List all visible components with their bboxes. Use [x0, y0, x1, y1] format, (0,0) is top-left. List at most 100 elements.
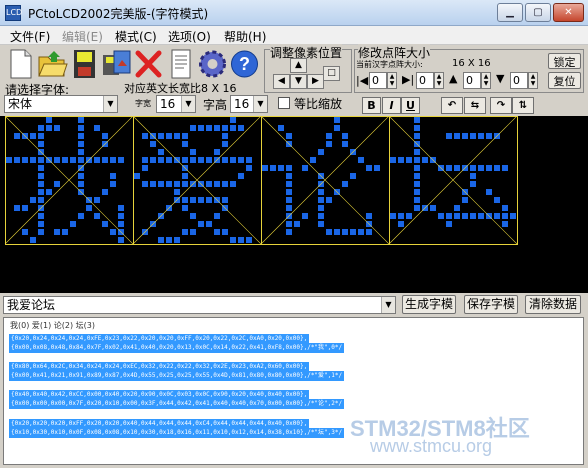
pixel-dot: [166, 181, 172, 187]
menu-options[interactable]: 选项(O): [168, 28, 211, 45]
menu-file[interactable]: 文件(F): [10, 28, 50, 45]
pixel-dot: [294, 221, 300, 227]
open-icon: [38, 51, 68, 77]
pixel-dot: [510, 213, 516, 219]
rotate-right-button[interactable]: ↷: [490, 97, 512, 114]
lock-button[interactable]: 锁定: [548, 53, 581, 69]
width-select[interactable]: 16 ▼: [156, 95, 196, 113]
pixel-dot: [430, 205, 436, 211]
pixel-dot: [414, 165, 420, 171]
pixel-dot: [310, 157, 316, 163]
pixel-dot: [118, 237, 124, 243]
input-row: 我爱论坛 ▼ 生成字模 保存字模 清除数据: [0, 293, 588, 317]
pixel-dot: [6, 157, 12, 163]
pixel-dot: [462, 197, 468, 203]
pixel-dot: [182, 205, 188, 211]
height-select[interactable]: 16 ▼: [230, 95, 268, 113]
help-button[interactable]: ?: [228, 47, 261, 81]
pixel-dot: [438, 213, 444, 219]
move-up-button[interactable]: ▲: [290, 58, 307, 73]
pixel-dot: [102, 157, 108, 163]
pixel-dot: [454, 165, 460, 171]
pixel-dot: [94, 197, 100, 203]
rotate-left-button[interactable]: ↶: [441, 97, 463, 114]
pixel-dot: [14, 157, 20, 163]
bottom-spin-arrows[interactable]: ▲ ▼: [528, 72, 538, 89]
pixel-dot: [182, 157, 188, 163]
left-spin-arrows[interactable]: ▲ ▼: [387, 72, 397, 89]
title-bar: LCD PCtoLCD2002完美版-(字符模式) ▁ ▢ ✕: [0, 0, 588, 26]
left-spin-input[interactable]: 0: [369, 72, 387, 89]
pixel-dot: [38, 133, 44, 139]
pixel-dot: [502, 213, 508, 219]
delete-button[interactable]: [132, 47, 165, 81]
bottom-spin-input[interactable]: 0: [510, 72, 528, 89]
flip-vertical-button[interactable]: ⇅: [512, 97, 534, 114]
pixel-dot: [222, 133, 228, 139]
right-spin-arrows[interactable]: ▲ ▼: [434, 72, 444, 89]
generate-button[interactable]: 生成字模: [402, 295, 456, 314]
move-left-button[interactable]: ◀: [273, 74, 290, 89]
pixel-dot: [326, 229, 332, 235]
pixel-dot: [286, 165, 292, 171]
flip-horizontal-icon: ⇆: [470, 100, 480, 111]
output-textarea[interactable]: 我(0) 爱(1) 论(2) 坛(3) {0x20,0x24,0x24,0x24…: [3, 317, 584, 465]
italic-button[interactable]: I: [382, 97, 401, 114]
pixel-dot: [38, 213, 44, 219]
top-spin-input[interactable]: 0: [463, 72, 481, 89]
save-image-button[interactable]: [100, 47, 133, 81]
pixel-dot: [94, 125, 100, 131]
pixel-dot: [334, 117, 340, 123]
move-right-button[interactable]: ▶: [307, 74, 324, 89]
close-button[interactable]: ✕: [553, 3, 584, 22]
pixel-dot: [38, 141, 44, 147]
pixel-dot: [142, 157, 148, 163]
menu-help[interactable]: 帮助(H): [224, 28, 266, 45]
move-down-button[interactable]: ▼: [290, 74, 307, 89]
font-select[interactable]: 宋体 ▼: [4, 95, 118, 113]
menu-mode[interactable]: 模式(C): [115, 28, 157, 45]
pixel-dot: [230, 157, 236, 163]
watermark-url: www.stmcu.org: [370, 436, 493, 456]
maximize-button[interactable]: ▢: [525, 3, 551, 22]
pixel-dot: [446, 213, 452, 219]
pixel-dot: [110, 157, 116, 163]
new-button[interactable]: [4, 47, 37, 81]
pixel-dot: [158, 133, 164, 139]
clear-button[interactable]: 清除数据: [525, 295, 581, 314]
pixel-dot: [470, 181, 476, 187]
open-button[interactable]: [36, 47, 69, 81]
pixel-dot: [190, 157, 196, 163]
reset-button[interactable]: 复位: [548, 72, 581, 89]
top-spin-arrows[interactable]: ▲ ▼: [481, 72, 491, 89]
pixel-dot: [366, 213, 372, 219]
text-input[interactable]: 我爱论坛 ▼: [3, 296, 396, 314]
chevron-down-icon: ▼: [253, 96, 267, 112]
pixel-dot: [206, 197, 212, 203]
dot-matrix-svg[interactable]: [0, 116, 588, 293]
pixel-dot: [182, 141, 188, 147]
right-spin-input[interactable]: 0: [416, 72, 434, 89]
dot-matrix-canvas[interactable]: [0, 116, 588, 293]
pixel-dot: [78, 125, 84, 131]
pixel-dot: [190, 213, 196, 219]
pixel-dot: [486, 189, 492, 195]
settings-button[interactable]: [196, 47, 229, 81]
proportional-checkbox[interactable]: [278, 97, 290, 109]
pixel-dot: [166, 157, 172, 163]
pixel-dot: [318, 197, 324, 203]
invert-button[interactable]: □: [323, 66, 340, 81]
document-button[interactable]: [164, 47, 197, 81]
pixel-dot: [174, 237, 180, 243]
bold-button[interactable]: B: [362, 97, 381, 114]
save-font-button[interactable]: 保存字模: [464, 295, 518, 314]
save-button[interactable]: [68, 47, 101, 81]
pixel-dot: [286, 189, 292, 195]
pixel-dot: [158, 157, 164, 163]
flip-horizontal-button[interactable]: ⇆: [464, 97, 486, 114]
underline-button[interactable]: U: [401, 97, 420, 114]
minimize-button[interactable]: ▁: [497, 3, 523, 22]
menu-edit[interactable]: 编辑(E): [62, 28, 103, 45]
pixel-dot: [62, 157, 68, 163]
pixel-dot: [414, 117, 420, 123]
